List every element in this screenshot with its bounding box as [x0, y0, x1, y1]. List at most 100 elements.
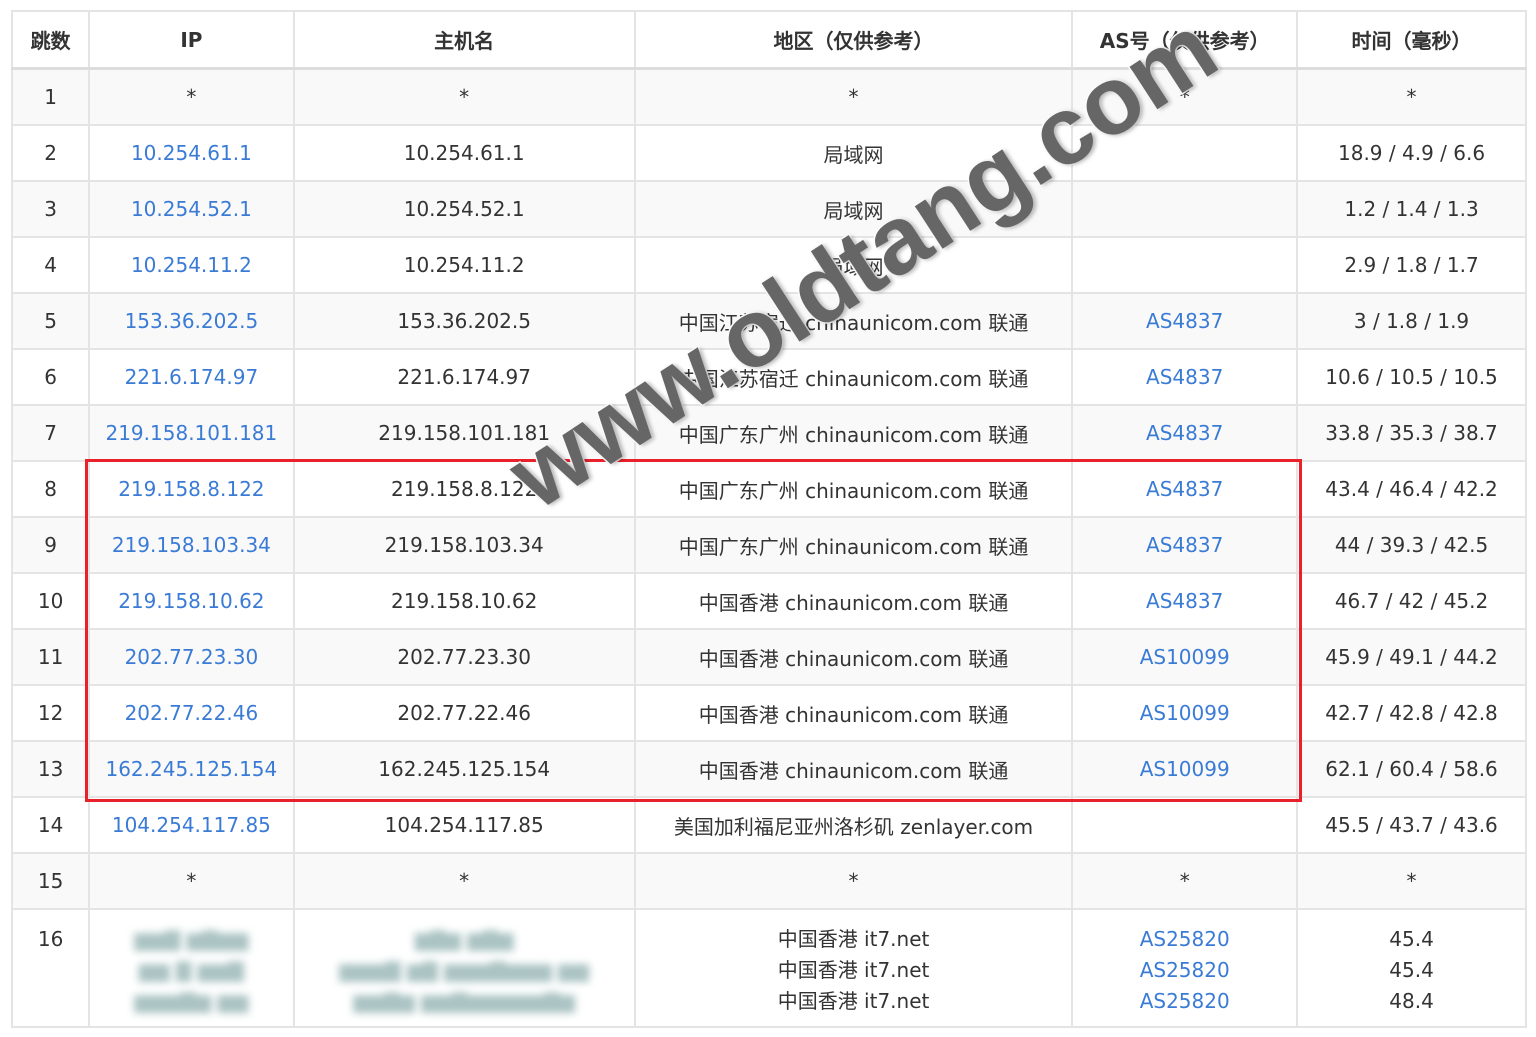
column-header: 地区（仅供参考） [633, 10, 1074, 70]
cell-ip: 221.6.174.97 [88, 348, 295, 406]
cell-time: 44 / 39.3 / 42.5 [1296, 516, 1527, 574]
as-link[interactable]: AS10099 [1140, 701, 1230, 725]
cell-ip: 202.77.22.46 [88, 684, 295, 742]
cell-region: * [633, 67, 1074, 126]
cell-host: 202.77.22.46 [292, 684, 636, 742]
cell-time: * [1296, 852, 1527, 910]
cell-region: 中国香港 chinaunicom.com 联通 [633, 740, 1074, 798]
cell-hop: 14 [10, 796, 91, 854]
cell-as: AS10099 [1071, 740, 1299, 798]
cell-region: 局域网 [633, 236, 1074, 294]
cell-time: 10.6 / 10.5 / 10.5 [1296, 348, 1527, 406]
time-line: 45.4 [1389, 927, 1434, 951]
cell-hop: 9 [10, 516, 91, 574]
ip-link[interactable]: 153.36.202.5 [125, 309, 259, 333]
cell-host: 10.254.61.1 [292, 124, 636, 182]
cell-host: 219.158.8.122 [292, 460, 636, 518]
cell-as: AS4837 [1071, 460, 1299, 518]
column-header: AS号（仅供参考） [1071, 10, 1299, 70]
cell-host: 10.254.11.2 [292, 236, 636, 294]
ip-link[interactable]: 221.6.174.97 [125, 365, 259, 389]
cell-time: 43.4 / 46.4 / 42.2 [1296, 460, 1527, 518]
ip-link[interactable]: 202.77.23.30 [125, 645, 259, 669]
ip-link[interactable]: 162.245.125.154 [105, 757, 277, 781]
ip-link[interactable]: 10.254.11.2 [131, 253, 252, 277]
table-row: 16 ▆▆▇ ▆▇▆▆ ▆▆ ▇ ▆▆▇ ▆▆▆▇▆ ▆▆ ▆▇▆ ▆▇▆ ▆▆▆▇ ▆▇… [10, 908, 1527, 1028]
cell-ip: 219.158.103.34 [88, 516, 295, 574]
cell-as [1071, 796, 1299, 854]
as-link[interactable]: AS10099 [1140, 757, 1230, 781]
cell-ip: * [88, 852, 295, 910]
cell-ip: 202.77.23.30 [88, 628, 295, 686]
as-link[interactable]: AS25820 [1140, 927, 1230, 951]
cell-hop: 5 [10, 292, 91, 350]
cell-time: * [1296, 67, 1527, 126]
cell-ip: 162.245.125.154 [88, 740, 295, 798]
cell-as: AS10099 [1071, 684, 1299, 742]
region-line: 中国香港 it7.net [777, 927, 930, 951]
cell-region: 中国广东广州 chinaunicom.com 联通 [633, 460, 1074, 518]
table-row: 12 202.77.22.46 202.77.22.46 中国香港 chinaunic… [10, 684, 1527, 742]
cell-time: 62.1 / 60.4 / 58.6 [1296, 740, 1527, 798]
ip-link[interactable]: 219.158.10.62 [118, 589, 264, 613]
table-row: 14 104.254.117.85 104.254.117.85 美国加利福尼亚州洛杉… [10, 796, 1527, 854]
ip-link[interactable]: 202.77.22.46 [125, 701, 259, 725]
cell-ip: 219.158.8.122 [88, 460, 295, 518]
cell-host: 153.36.202.5 [292, 292, 636, 350]
cell-hop: 8 [10, 460, 91, 518]
as-link[interactable]: AS4837 [1146, 477, 1223, 501]
time-line: 45.4 [1389, 958, 1434, 982]
cell-host: * [292, 852, 636, 910]
cell-host: 219.158.101.181 [292, 404, 636, 462]
table-row: 11 202.77.23.30 202.77.23.30 中国香港 chinaunic… [10, 628, 1527, 686]
table-row: 2 10.254.61.1 10.254.61.1 局域网 18.9 / 4.9 / 6… [10, 124, 1527, 182]
cell-region: 局域网 [633, 124, 1074, 182]
time-line: 48.4 [1389, 989, 1434, 1013]
cell-hop: 16 [10, 908, 91, 1028]
cell-time: 1.2 / 1.4 / 1.3 [1296, 180, 1527, 238]
table-row: 15 * * * * * [10, 852, 1527, 910]
cell-region: 中国江苏宿迁 chinaunicom.com 联通 [633, 292, 1074, 350]
cell-time: 18.9 / 4.9 / 6.6 [1296, 124, 1527, 182]
as-link[interactable]: AS25820 [1140, 989, 1230, 1013]
cell-region: 中国江苏宿迁 chinaunicom.com 联通 [633, 348, 1074, 406]
cell-as [1071, 124, 1299, 182]
region-line: 中国香港 it7.net [777, 989, 930, 1013]
cell-as [1071, 236, 1299, 294]
cell-as: * [1071, 67, 1299, 126]
ip-link[interactable]: 219.158.8.122 [118, 477, 264, 501]
cell-as: AS4837 [1071, 572, 1299, 630]
as-link[interactable]: AS25820 [1140, 958, 1230, 982]
ip-link[interactable]: 10.254.61.1 [131, 141, 252, 165]
column-header: 跳数 [10, 10, 91, 70]
cell-as: AS25820 AS25820 AS25820 [1071, 908, 1299, 1028]
ip-link[interactable]: 10.254.52.1 [131, 197, 252, 221]
region-line: 中国香港 it7.net [777, 958, 930, 982]
table-row: 8 219.158.8.122 219.158.8.122 中国广东广州 chinau… [10, 460, 1527, 518]
as-link[interactable]: AS4837 [1146, 309, 1223, 333]
cell-hop: 13 [10, 740, 91, 798]
cell-time: 33.8 / 35.3 / 38.7 [1296, 404, 1527, 462]
cell-host: 104.254.117.85 [292, 796, 636, 854]
cell-time: 2.9 / 1.8 / 1.7 [1296, 236, 1527, 294]
cell-region: 局域网 [633, 180, 1074, 238]
cell-host: 219.158.103.34 [292, 516, 636, 574]
table-row: 7 219.158.101.181 219.158.101.181 中国广东广州 ch… [10, 404, 1527, 462]
cell-time: 3 / 1.8 / 1.9 [1296, 292, 1527, 350]
table-row: 10 219.158.10.62 219.158.10.62 中国香港 chinaun… [10, 572, 1527, 630]
cell-host: 221.6.174.97 [292, 348, 636, 406]
as-link[interactable]: AS10099 [1140, 645, 1230, 669]
cell-time: 46.7 / 42 / 45.2 [1296, 572, 1527, 630]
as-link[interactable]: AS4837 [1146, 365, 1223, 389]
ip-link[interactable]: 219.158.103.34 [112, 533, 271, 557]
cell-ip: 153.36.202.5 [88, 292, 295, 350]
cell-as: AS4837 [1071, 516, 1299, 574]
cell-host: 202.77.23.30 [292, 628, 636, 686]
cell-host: 219.158.10.62 [292, 572, 636, 630]
as-link[interactable]: AS4837 [1146, 589, 1223, 613]
ip-link[interactable]: 104.254.117.85 [112, 813, 271, 837]
cell-time: 45.5 / 43.7 / 43.6 [1296, 796, 1527, 854]
ip-link[interactable]: 219.158.101.181 [105, 421, 277, 445]
as-link[interactable]: AS4837 [1146, 533, 1223, 557]
as-link[interactable]: AS4837 [1146, 421, 1223, 445]
